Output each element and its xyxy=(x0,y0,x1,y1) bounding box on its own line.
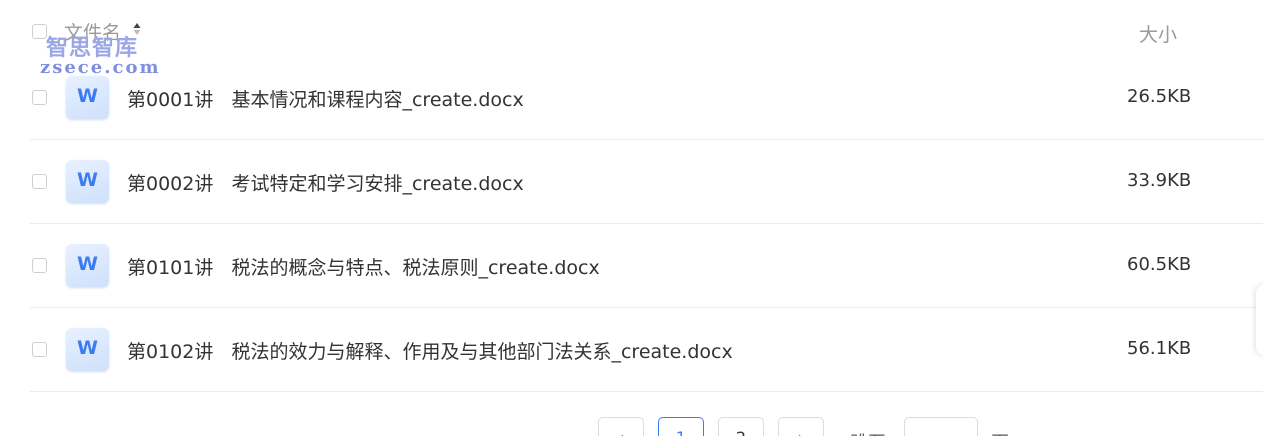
next-page-button[interactable]: › xyxy=(778,417,824,436)
side-float-tab[interactable] xyxy=(1256,285,1263,355)
file-name[interactable]: 第0002讲 考试特定和学习安排_create.docx xyxy=(127,169,524,196)
file-name[interactable]: 第0101讲 税法的概念与特点、税法原则_create.docx xyxy=(127,253,600,280)
page-button-2[interactable]: 2 xyxy=(718,417,764,436)
prev-page-button[interactable]: ‹ xyxy=(598,417,644,436)
file-size: 33.9KB xyxy=(1127,170,1192,191)
lecture-number: 第0001讲 xyxy=(127,89,214,111)
table-header: 文件名 大小 xyxy=(0,0,1263,62)
column-header-size: 大小 xyxy=(1139,24,1178,46)
table-row[interactable]: W 第0102讲 税法的效力与解释、作用及与其他部门法关系_create.doc… xyxy=(0,308,1263,392)
page-button-1[interactable]: 1 xyxy=(658,417,704,436)
file-name[interactable]: 第0102讲 税法的效力与解释、作用及与其他部门法关系_create.docx xyxy=(127,337,733,364)
file-size: 56.1KB xyxy=(1127,338,1192,359)
file-size: 60.5KB xyxy=(1127,254,1192,275)
column-header-name[interactable]: 文件名 xyxy=(64,18,121,45)
select-all-checkbox[interactable] xyxy=(32,24,47,39)
jump-page-input[interactable] xyxy=(904,417,978,436)
jump-to-label: 跳至 xyxy=(850,429,886,436)
file-size: 26.5KB xyxy=(1127,86,1192,107)
page-unit-label: 页 xyxy=(991,429,1009,436)
file-list: W 第0001讲 基本情况和课程内容_create.docx 26.5KB W … xyxy=(0,56,1263,392)
pagination: ‹ 1 2 › 跳至 页 xyxy=(0,417,1263,436)
sort-icon[interactable] xyxy=(133,22,141,36)
row-checkbox[interactable] xyxy=(32,342,47,357)
row-checkbox[interactable] xyxy=(32,174,47,189)
file-title: 税法的概念与特点、税法原则_create.docx xyxy=(231,257,600,279)
table-row[interactable]: W 第0101讲 税法的概念与特点、税法原则_create.docx 60.5K… xyxy=(0,224,1263,308)
lecture-number: 第0101讲 xyxy=(127,257,214,279)
word-doc-icon: W xyxy=(66,76,109,119)
file-title: 税法的效力与解释、作用及与其他部门法关系_create.docx xyxy=(231,341,733,363)
lecture-number: 第0102讲 xyxy=(127,341,214,363)
table-row[interactable]: W 第0002讲 考试特定和学习安排_create.docx 33.9KB xyxy=(0,140,1263,224)
file-name[interactable]: 第0001讲 基本情况和课程内容_create.docx xyxy=(127,85,524,112)
word-doc-icon: W xyxy=(66,328,109,371)
file-list-page: 文件名 大小 智思智库 zsece.com W 第0001讲 基本情况和课程内容… xyxy=(0,0,1263,436)
file-title: 基本情况和课程内容_create.docx xyxy=(231,89,524,111)
table-row[interactable]: W 第0001讲 基本情况和课程内容_create.docx 26.5KB xyxy=(0,56,1263,140)
word-doc-icon: W xyxy=(66,244,109,287)
row-checkbox[interactable] xyxy=(32,258,47,273)
word-doc-icon: W xyxy=(66,160,109,203)
lecture-number: 第0002讲 xyxy=(127,173,214,195)
row-checkbox[interactable] xyxy=(32,90,47,105)
file-title: 考试特定和学习安排_create.docx xyxy=(231,173,524,195)
